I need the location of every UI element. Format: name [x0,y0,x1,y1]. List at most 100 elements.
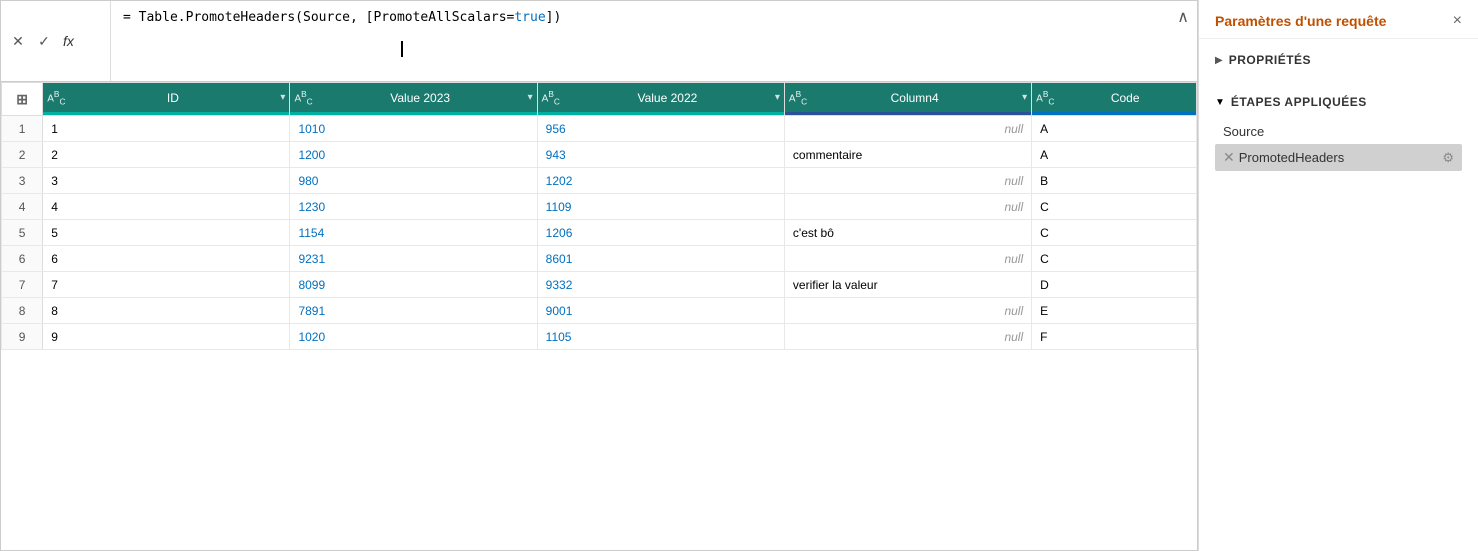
type-icon-v2022: ABC [542,89,560,106]
row-num-header-cell: ⊞ [2,83,43,116]
row-id-cell: 6 [43,246,290,272]
panel-close-button[interactable]: × [1453,12,1462,30]
row-value2022-cell: 1109 [537,194,784,220]
row-value2023-cell: 9231 [290,246,537,272]
filter-icon-id[interactable]: ▾ [280,92,285,103]
row-column4-cell: verifier la valeur [784,272,1031,298]
step-label-promoted-headers: PromotedHeaders [1239,150,1439,165]
etapes-title: ÉTAPES APPLIQUÉES [1231,95,1367,109]
row-value2022-cell: 956 [537,116,784,142]
panel-header: Paramètres d'une requête × [1199,0,1478,39]
proprietes-section: ▶ PROPRIÉTÉS [1199,39,1478,81]
fx-label: fx [59,33,78,49]
table-row: 221200943commentaireA [2,142,1197,168]
col-header-column4: ABC Column4 ▾ [784,83,1031,116]
row-column4-cell: c'est bô [784,220,1031,246]
proprietes-header[interactable]: ▶ PROPRIÉTÉS [1215,47,1462,73]
type-icon-id: ABC [47,89,65,106]
col-label-id: ID [69,91,276,105]
row-value2022-cell: 1105 [537,324,784,350]
row-column4-cell: null [784,246,1031,272]
type-icon-code: ABC [1036,89,1054,106]
row-code-cell: C [1032,246,1197,272]
row-code-cell: C [1032,194,1197,220]
table-row: 6692318601nullC [2,246,1197,272]
col-header-id: ABC ID ▾ [43,83,290,116]
row-num-cell: 9 [2,324,43,350]
text-cursor [401,41,403,57]
formula-close-bracket: ]) [546,10,562,25]
etapes-header[interactable]: ▼ ÉTAPES APPLIQUÉES [1215,89,1462,115]
row-code-cell: B [1032,168,1197,194]
table-row: 8878919001nullE [2,298,1197,324]
col-label-col4: Column4 [811,91,1018,105]
col-header-value2023: ABC Value 2023 ▾ [290,83,537,116]
collapse-icon: ∧ [1177,9,1189,26]
formula-bar: ✕ ✓ fx = Table.PromoteHeaders(Source, [P… [1,1,1197,82]
table-row: 339801202nullB [2,168,1197,194]
row-column4-cell: null [784,194,1031,220]
data-table: ⊞ ABC ID ▾ ABC Value 2023 [1,82,1197,350]
row-num-cell: 4 [2,194,43,220]
table-row: 4412301109nullC [2,194,1197,220]
row-value2022-cell: 1202 [537,168,784,194]
filter-icon-v2022[interactable]: ▾ [775,92,780,103]
col-header-value2023-inner[interactable]: ABC Value 2023 ▾ [290,83,536,115]
row-id-cell: 1 [43,116,290,142]
step-settings-icon[interactable]: ⚙ [1442,150,1454,166]
formula-true-value: true [514,10,545,25]
formula-input[interactable]: = Table.PromoteHeaders(Source, [PromoteA… [111,1,1169,33]
col-header-value2022-inner[interactable]: ABC Value 2022 ▾ [538,83,784,115]
row-value2023-cell: 1230 [290,194,537,220]
etapes-arrow-icon: ▼ [1215,97,1225,108]
row-num-cell: 8 [2,298,43,324]
table-row: 7780999332verifier la valeurD [2,272,1197,298]
row-column4-cell: commentaire [784,142,1031,168]
col-header-id-inner[interactable]: ABC ID ▾ [43,83,289,115]
row-value2022-cell: 9001 [537,298,784,324]
row-id-cell: 7 [43,272,290,298]
filter-icon-col4[interactable]: ▾ [1022,92,1027,103]
collapse-formula-button[interactable]: ∧ [1169,1,1197,33]
col-label-v2023: Value 2023 [317,91,524,105]
row-value2022-cell: 943 [537,142,784,168]
col-label-v2022: Value 2022 [564,91,771,105]
right-panel: Paramètres d'une requête × ▶ PROPRIÉTÉS … [1198,0,1478,551]
cancel-button[interactable]: ✕ [7,30,29,52]
step-label-source: Source [1223,124,1454,139]
row-column4-cell: null [784,116,1031,142]
row-id-cell: 4 [43,194,290,220]
row-num-cell: 7 [2,272,43,298]
col-header-column4-inner[interactable]: ABC Column4 ▾ [785,83,1031,115]
row-value2023-cell: 1020 [290,324,537,350]
row-num-cell: 6 [2,246,43,272]
row-value2023-cell: 7891 [290,298,537,324]
row-value2022-cell: 9332 [537,272,784,298]
row-code-cell: F [1032,324,1197,350]
confirm-button[interactable]: ✓ [33,30,55,52]
row-id-cell: 2 [43,142,290,168]
table-grid-icon: ⊞ [16,91,28,108]
col-header-code: ABC Code [1032,83,1197,116]
data-table-wrapper: ⊞ ABC ID ▾ ABC Value 2023 [1,82,1197,550]
formula-keyword: = Table.PromoteHeaders( [123,10,303,25]
row-value2023-cell: 1154 [290,220,537,246]
row-num-cell: 1 [2,116,43,142]
row-id-cell: 5 [43,220,290,246]
step-delete-icon[interactable]: ✕ [1223,149,1235,166]
step-item-source[interactable]: Source [1215,119,1462,144]
row-num-cell: 2 [2,142,43,168]
table-row: 111010956nullA [2,116,1197,142]
col-header-code-inner[interactable]: ABC Code [1032,83,1196,115]
filter-icon-v2023[interactable]: ▾ [528,92,533,103]
row-code-cell: C [1032,220,1197,246]
row-value2022-cell: 8601 [537,246,784,272]
row-code-cell: E [1032,298,1197,324]
row-value2023-cell: 980 [290,168,537,194]
row-column4-cell: null [784,168,1031,194]
row-num-cell: 5 [2,220,43,246]
row-id-cell: 8 [43,298,290,324]
step-item-promoted-headers[interactable]: ✕ PromotedHeaders ⚙ [1215,144,1462,171]
main-content: ✕ ✓ fx = Table.PromoteHeaders(Source, [P… [0,0,1198,551]
type-icon-col4: ABC [789,89,807,106]
